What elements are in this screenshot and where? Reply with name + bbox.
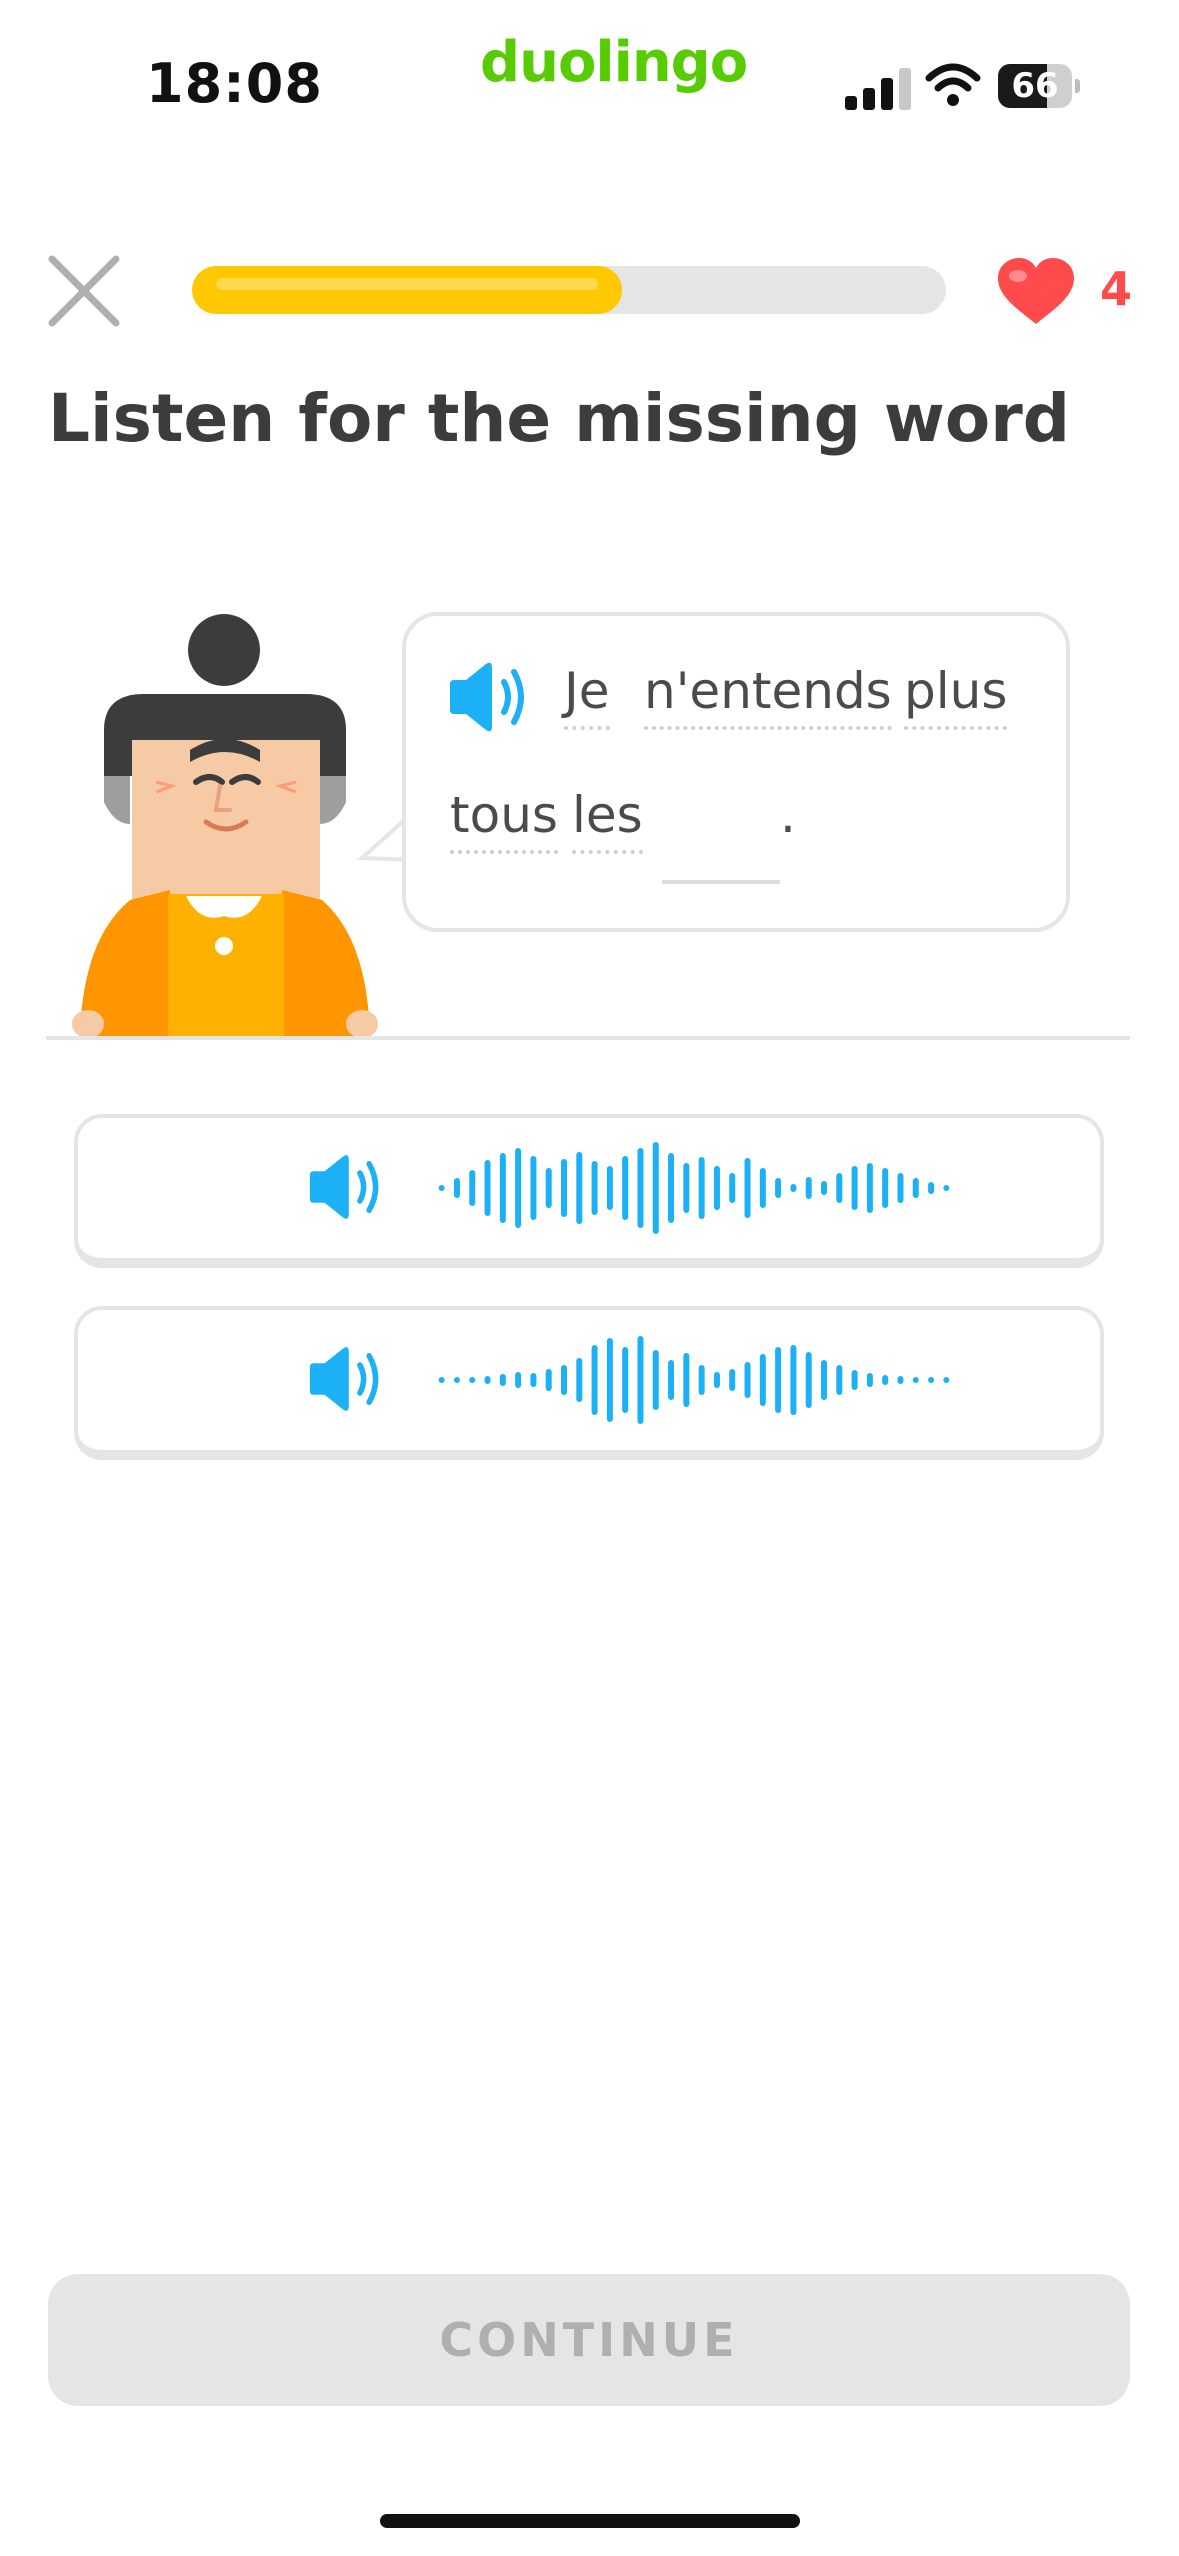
waveform-bar: [591, 1161, 598, 1215]
divider: [46, 1036, 1130, 1040]
battery-icon: 66: [998, 64, 1080, 108]
waveform-bar: [897, 1173, 904, 1203]
speaker-icon: [309, 1155, 379, 1219]
waveform-bar: [744, 1362, 751, 1398]
waveform-bar: [561, 1159, 567, 1217]
waveform-bar: [713, 1166, 720, 1210]
waveform-bar: [912, 1178, 919, 1198]
hearts-count: 4: [1100, 262, 1133, 316]
waveform-bar: [438, 1185, 445, 1191]
waveform-bar: [622, 1156, 629, 1220]
close-icon[interactable]: [46, 253, 122, 329]
waveform-bar: [759, 1168, 766, 1208]
waveform-bar: [821, 1181, 827, 1195]
waveform-bar: [668, 1360, 675, 1400]
waveform-bar: [851, 1370, 858, 1390]
status-time: 18:08: [146, 52, 323, 115]
waveform-bar: [912, 1377, 919, 1383]
waveform-bar: [545, 1168, 552, 1208]
waveform-bar: [882, 1375, 889, 1385]
home-indicator[interactable]: [380, 2514, 800, 2528]
waveform-bar: [453, 1377, 460, 1383]
waveform-bar: [866, 1373, 873, 1387]
waveform-bar: [637, 1148, 644, 1228]
character-illustration: [72, 614, 378, 1038]
waveform-bar: [652, 1142, 659, 1234]
waveform-bar: [943, 1185, 950, 1191]
wifi-icon: [925, 63, 981, 106]
missing-word-blank: [662, 880, 780, 884]
waveform-bar: [484, 1160, 491, 1216]
waveform-bar: [606, 1166, 613, 1210]
waveform-icon: [438, 1142, 950, 1234]
audio-option-2[interactable]: [74, 1306, 1104, 1460]
sentence-punctuation: .: [780, 786, 796, 844]
waveform-bar: [698, 1157, 705, 1219]
waveform-bar: [790, 1184, 797, 1192]
waveform-bar: [606, 1338, 613, 1422]
waveform-bar: [469, 1377, 476, 1383]
waveform-bar: [851, 1166, 858, 1210]
waveform-bar: [729, 1369, 736, 1391]
waveform-bar: [836, 1365, 843, 1395]
waveform-bar: [821, 1360, 827, 1400]
waveform-bar: [469, 1170, 476, 1206]
waveform-bar: [591, 1345, 598, 1415]
lesson-progress-bar: [192, 266, 946, 314]
waveform-bar: [928, 1377, 935, 1383]
battery-level: 66: [1011, 66, 1059, 106]
waveform-bar: [790, 1345, 797, 1415]
signal-icon: [845, 68, 911, 110]
waveform-bar: [775, 1178, 782, 1198]
waveform-bar: [438, 1377, 445, 1383]
speaker-icon[interactable]: [448, 662, 530, 732]
waveform-bar: [759, 1354, 766, 1406]
waveform-bar: [805, 1352, 812, 1408]
waveform-bar: [576, 1358, 583, 1402]
sentence-word[interactable]: n'entends: [644, 662, 892, 730]
waveform-bar: [928, 1182, 935, 1194]
waveform-bar: [744, 1158, 751, 1218]
speech-bubble: [402, 612, 1070, 932]
sentence-word[interactable]: les: [572, 786, 643, 854]
waveform-bar: [683, 1163, 690, 1213]
waveform-bar: [897, 1376, 904, 1384]
waveform-bar: [453, 1178, 460, 1198]
sentence-word[interactable]: plus: [904, 662, 1008, 730]
speaker-icon: [309, 1347, 379, 1411]
waveform-bar: [530, 1156, 537, 1220]
waveform-bar: [515, 1148, 522, 1228]
audio-option-1[interactable]: [74, 1114, 1104, 1268]
duolingo-logo: duolingo: [480, 30, 748, 95]
waveform-bar: [622, 1347, 629, 1413]
waveform-icon: [438, 1336, 950, 1424]
waveform-bar: [652, 1350, 659, 1410]
exercise-title: Listen for the missing word: [48, 380, 1071, 457]
waveform-bar: [668, 1153, 675, 1223]
waveform-bar: [561, 1365, 567, 1395]
waveform-bar: [499, 1374, 506, 1386]
continue-button[interactable]: CONTINUE: [48, 2274, 1130, 2406]
waveform-bar: [499, 1153, 506, 1223]
waveform-bar: [698, 1365, 705, 1395]
waveform-bar: [515, 1372, 522, 1388]
waveform-bar: [484, 1376, 491, 1384]
waveform-bar: [866, 1163, 873, 1213]
waveform-bar: [882, 1168, 889, 1208]
waveform-bar: [637, 1336, 644, 1424]
waveform-bar: [729, 1173, 736, 1203]
waveform-bar: [683, 1353, 690, 1407]
waveform-bar: [713, 1372, 720, 1388]
heart-icon[interactable]: [996, 258, 1076, 326]
progress-fill: [192, 266, 622, 314]
waveform-bar: [836, 1173, 843, 1203]
waveform-bar: [775, 1347, 782, 1413]
waveform-bar: [805, 1177, 812, 1199]
waveform-bar: [576, 1152, 583, 1224]
sentence-word[interactable]: Je: [564, 662, 610, 730]
waveform-bar: [943, 1377, 950, 1383]
sentence-word[interactable]: tous: [450, 786, 558, 854]
waveform-bar: [530, 1373, 537, 1387]
waveform-bar: [545, 1369, 552, 1391]
